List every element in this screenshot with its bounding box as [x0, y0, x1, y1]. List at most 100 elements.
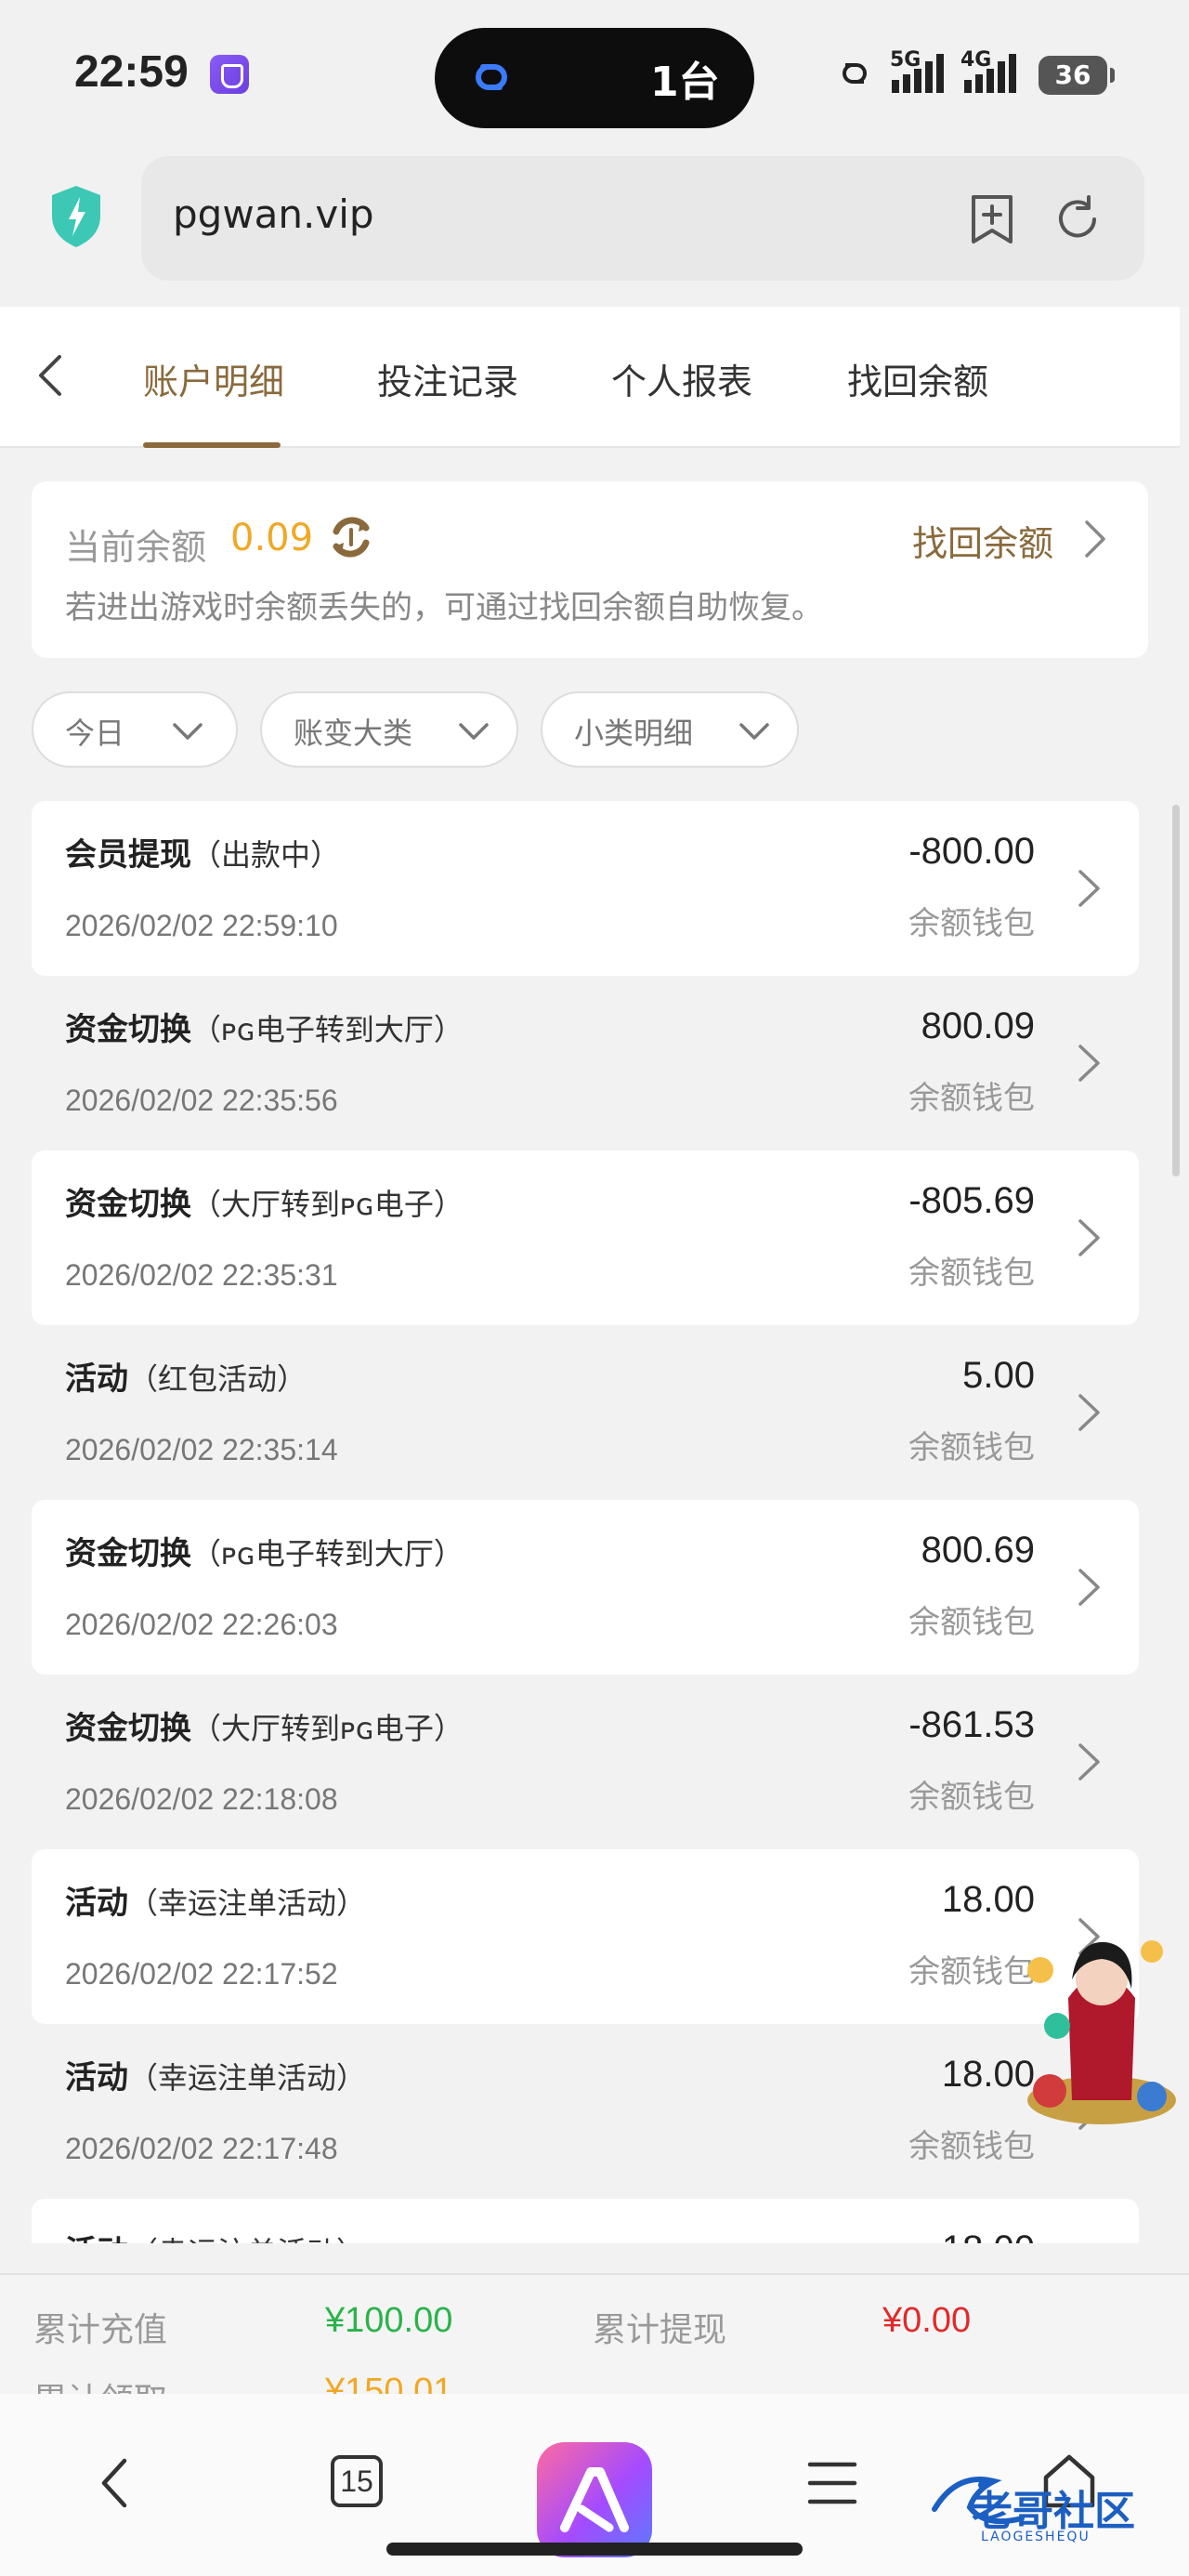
refresh-balance-icon[interactable] — [325, 511, 377, 563]
browser-back-icon[interactable] — [93, 2453, 139, 2513]
transaction-type: 活动 — [65, 1360, 128, 1398]
transaction-row[interactable]: 活动（红包活动） 2026/02/02 22:35:14 5.00 余额钱包 — [32, 1325, 1139, 1500]
transaction-date: 2026/02/02 22:35:31 — [65, 1258, 338, 1292]
security-shield-icon[interactable] — [48, 184, 104, 249]
transaction-row[interactable]: 会员提现（出款中） 2026/02/02 22:59:10 -800.00 余额… — [32, 801, 1139, 976]
bookmark-add-icon[interactable] — [968, 193, 1016, 245]
transaction-row[interactable]: 资金切换（ᴘɢ电子转到大厅） 2026/02/02 22:26:03 800.6… — [32, 1500, 1139, 1675]
transaction-amount: 800.09 — [921, 1005, 1035, 1046]
link-icon — [476, 64, 507, 90]
transaction-wallet: 余额钱包 — [908, 1604, 1035, 1641]
transaction-subtype: （大厅转到ᴘɢ电子） — [191, 1187, 464, 1222]
total-recharge-label: 累计充值 — [33, 2311, 168, 2349]
chevron-down-icon — [173, 723, 203, 740]
transaction-subtype: （幸运注单活动） — [128, 2060, 367, 2096]
island-count: 1台 — [650, 59, 720, 106]
transaction-type: 资金切换 — [65, 1710, 191, 1747]
transaction-wallet: 余额钱包 — [908, 1255, 1035, 1292]
transaction-subtype: （ᴘɢ电子转到大厅） — [191, 1536, 464, 1571]
transaction-type: 资金切换 — [65, 1186, 191, 1223]
transaction-date: 2026/02/02 22:26:03 — [65, 1608, 338, 1641]
transaction-subtype: （幸运注单活动） — [128, 2235, 366, 2243]
transaction-wallet: 余额钱包 — [908, 1779, 1035, 1816]
address-bar: pgwan.vip — [0, 149, 1189, 307]
transaction-wallet: 余额钱包 — [908, 1080, 1035, 1117]
transaction-type: 资金切换 — [65, 1011, 191, 1048]
chevron-down-icon — [739, 723, 769, 740]
total-claim-label: 累计领取 — [33, 2373, 167, 2394]
transaction-row[interactable]: 活动（幸运注单活动） 2026/02/02 22:17:52 18.00 余额钱… — [32, 1849, 1139, 2024]
battery-indicator: 36 — [1039, 56, 1115, 95]
transaction-amount: 800.69 — [921, 1530, 1035, 1571]
browser-logo-button[interactable] — [537, 2442, 652, 2557]
vpn-shield-icon — [210, 55, 249, 94]
transaction-subtype: （大厅转到ᴘɢ电子） — [191, 1711, 464, 1746]
status-time: 22:59 — [74, 47, 189, 97]
transaction-row[interactable]: 活动（幸运注单活动） 2026/02/02 22:17:48 18.00 余额钱… — [32, 2024, 1139, 2199]
filter-subcategory[interactable]: 小类明细 — [541, 691, 799, 768]
tab-recover-balance[interactable]: 找回余额 — [847, 353, 988, 404]
promo-mascot-icon[interactable] — [1013, 1914, 1180, 2128]
transaction-subtype: （ᴘɢ电子转到大厅） — [191, 1012, 464, 1047]
transaction-row[interactable]: 活动（幸运注单活动） 18.00 — [32, 2199, 1139, 2243]
chevron-right-icon — [1078, 1394, 1100, 1431]
filter-date[interactable]: 今日 — [32, 691, 238, 768]
menu-icon[interactable] — [804, 2457, 860, 2509]
transaction-subtype: （红包活动） — [128, 1361, 307, 1397]
filter-date-label: 今日 — [65, 716, 125, 751]
transaction-row[interactable]: 资金切换（大厅转到ᴘɢ电子） 2026/02/02 22:35:31 -805.… — [32, 1150, 1139, 1325]
balance-label: 当前余额 — [65, 527, 207, 568]
page-tabs: 账户明细 投注记录 个人报表 找回余额 — [0, 307, 1180, 448]
transaction-date: 2026/02/02 22:35:14 — [65, 1433, 338, 1466]
transaction-type: 活动 — [65, 2059, 128, 2096]
active-tab-indicator — [143, 442, 281, 448]
watermark-subtext: LAOGESHEQU — [981, 2530, 1091, 2544]
logo-a-icon — [560, 2467, 629, 2532]
watermark-text: 老哥社区 — [972, 2488, 1135, 2535]
signal-5g-icon — [892, 54, 944, 93]
transaction-list: 会员提现（出款中） 2026/02/02 22:59:10 -800.00 余额… — [32, 801, 1139, 2243]
transaction-subtype: （出款中） — [191, 837, 341, 873]
total-claim-value: ¥150.01 — [325, 2372, 453, 2394]
url-text: pgwan.vip — [173, 191, 374, 237]
chevron-right-icon[interactable] — [1081, 519, 1109, 559]
filter-category-label: 账变大类 — [294, 716, 413, 751]
tabs-count-button[interactable]: 15 — [331, 2455, 383, 2507]
transaction-amount: 18.00 — [942, 2228, 1035, 2243]
chevron-right-icon — [1078, 870, 1100, 907]
total-recharge-value: ¥100.00 — [325, 2301, 453, 2340]
url-field[interactable]: pgwan.vip — [141, 156, 1144, 281]
transaction-amount: -861.53 — [908, 1704, 1035, 1745]
chevron-right-icon — [1078, 1743, 1100, 1781]
recover-balance-link[interactable]: 找回余额 — [912, 515, 1053, 566]
home-indicator[interactable] — [386, 2543, 803, 2556]
transaction-row[interactable]: 资金切换（ᴘɢ电子转到大厅） 2026/02/02 22:35:56 800.0… — [32, 976, 1139, 1150]
link-status-icon — [843, 63, 867, 84]
chevron-right-icon — [1078, 1045, 1100, 1082]
page-scrollbar[interactable] — [1172, 805, 1180, 1176]
tab-bet-records[interactable]: 投注记录 — [377, 353, 518, 404]
transaction-subtype: （幸运注单活动） — [128, 1886, 367, 1921]
balance-value: 0.09 — [230, 517, 314, 559]
transaction-date: 2026/02/02 22:35:56 — [65, 1084, 338, 1117]
back-arrow-icon[interactable] — [28, 348, 74, 403]
transaction-row[interactable]: 资金切换（大厅转到ᴘɢ电子） 2026/02/02 22:18:08 -861.… — [32, 1675, 1139, 1849]
transaction-type: 会员提现 — [65, 836, 191, 874]
total-withdraw-value: ¥0.00 — [882, 2301, 972, 2340]
transaction-amount: 5.00 — [962, 1355, 1035, 1396]
transaction-date: 2026/02/02 22:59:10 — [65, 909, 338, 942]
filter-category[interactable]: 账变大类 — [260, 691, 518, 768]
filter-subcategory-label: 小类明细 — [574, 716, 694, 751]
reload-icon[interactable] — [1052, 193, 1104, 245]
balance-note: 若进出游戏时余额丢失的，可通过找回余额自助恢复。 — [65, 589, 823, 626]
chevron-right-icon — [1078, 1219, 1100, 1256]
transaction-amount: -805.69 — [908, 1180, 1035, 1221]
balance-card: 当前余额 0.09 找回余额 若进出游戏时余额丢失的，可通过找回余额自助恢复。 — [32, 481, 1148, 658]
transaction-date: 2026/02/02 22:17:48 — [65, 2132, 338, 2165]
transaction-wallet: 余额钱包 — [908, 1429, 1035, 1466]
tab-personal-report[interactable]: 个人报表 — [611, 353, 752, 404]
chevron-right-icon — [1078, 1569, 1100, 1606]
total-withdraw-label: 累计提现 — [593, 2311, 727, 2349]
transaction-type: 活动 — [65, 2234, 128, 2243]
tab-account-detail[interactable]: 账户明细 — [143, 353, 284, 404]
